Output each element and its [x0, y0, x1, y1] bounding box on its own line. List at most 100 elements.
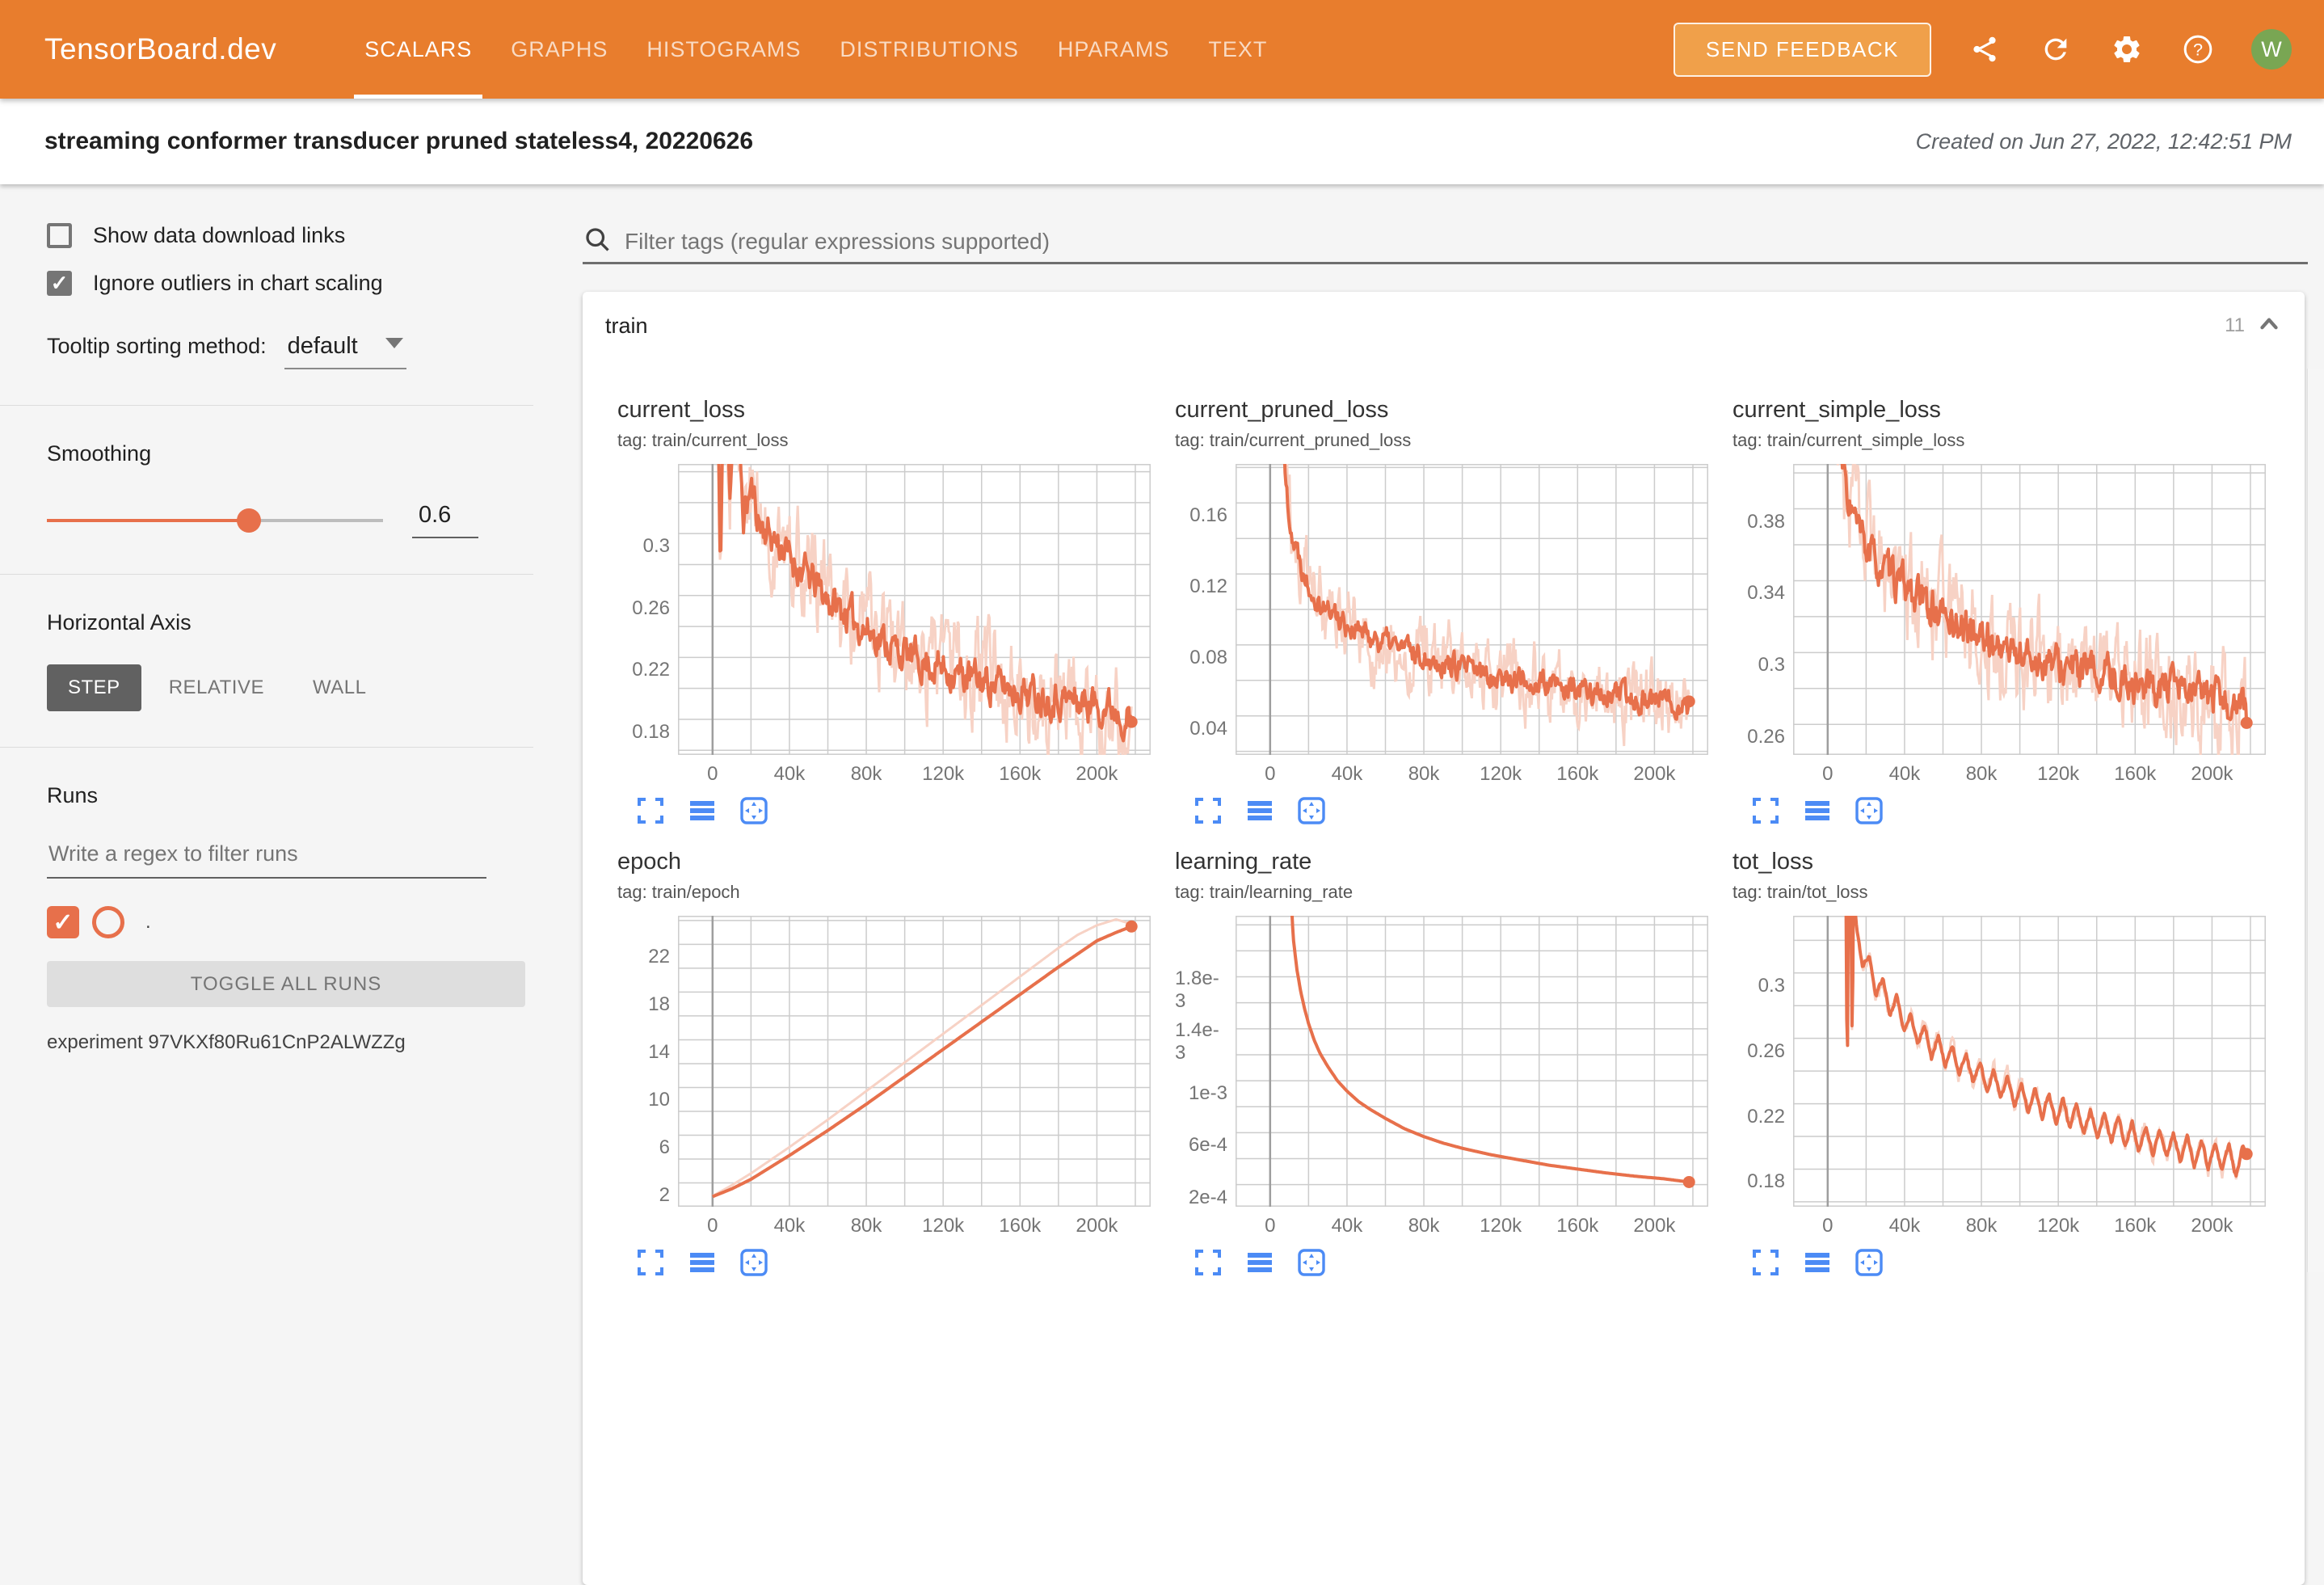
divider: [0, 405, 533, 406]
x-tick-label: 200k: [1633, 1215, 1675, 1237]
y-tick-label: 0.26: [1747, 726, 1785, 748]
send-feedback-button[interactable]: SEND FEEDBACK: [1674, 23, 1931, 77]
y-axis-labels: 0.380.340.30.26: [1732, 464, 1793, 755]
expand-icon[interactable]: [1194, 797, 1222, 824]
chart-plot[interactable]: [678, 464, 1151, 755]
tab-scalars[interactable]: SCALARS: [354, 0, 482, 99]
slider-thumb[interactable]: [237, 508, 261, 533]
y-tick-label: 1.8e-3: [1175, 967, 1227, 1013]
y-tick-label: 0.3: [1758, 975, 1785, 997]
smoothing-value[interactable]: 0.6: [412, 502, 478, 538]
tag-filter-row: [583, 225, 2308, 258]
chart-plot[interactable]: [1236, 464, 1708, 755]
help-icon[interactable]: ?: [2180, 32, 2216, 67]
tab-distributions[interactable]: DISTRIBUTIONS: [829, 0, 1029, 99]
x-tick-label: 40k: [1332, 1215, 1363, 1237]
chart-plot[interactable]: [678, 916, 1151, 1207]
tab-hparams[interactable]: HPARAMS: [1047, 0, 1181, 99]
y-tick-label: 0.22: [1747, 1106, 1785, 1128]
data-series-icon[interactable]: [1804, 797, 1831, 824]
x-axis-labels: 040k80k120k160k200k: [678, 755, 1151, 787]
chart-plot[interactable]: [1793, 464, 2266, 755]
y-tick-label: 10: [648, 1089, 670, 1111]
tab-text[interactable]: TEXT: [1198, 0, 1278, 99]
y-axis-labels: 0.160.120.080.04: [1175, 464, 1236, 755]
chevron-up-icon[interactable]: [2256, 311, 2282, 341]
expand-icon[interactable]: [637, 797, 664, 824]
x-tick-label: 80k: [1966, 763, 1998, 786]
horizontal-axis-buttons: STEPRELATIVEWALL: [47, 664, 533, 711]
y-tick-label: 0.3: [1758, 654, 1785, 677]
avatar[interactable]: W: [2251, 29, 2292, 70]
experiment-id: experiment 97VKXf80Ru61CnP2ALWZZg: [47, 1031, 533, 1054]
chart-card: tot_loss tag: train/tot_loss 0.30.260.22…: [1718, 849, 2276, 1276]
main-content: train 11 current_loss tag: train/current…: [533, 184, 2324, 1272]
chart-title: learning_rate: [1175, 849, 1718, 875]
train-group-header[interactable]: train 11: [583, 292, 2305, 360]
x-tick-label: 200k: [2191, 1215, 2233, 1237]
y-tick-label: 0.26: [632, 597, 670, 620]
run-checkbox[interactable]: ✓: [47, 906, 79, 938]
data-series-icon[interactable]: [1246, 797, 1274, 824]
share-icon[interactable]: [1967, 32, 2002, 67]
chart-card: current_loss tag: train/current_loss 0.3…: [603, 397, 1160, 824]
x-tick-label: 200k: [1076, 1215, 1118, 1237]
show-download-links-checkbox[interactable]: [47, 223, 72, 248]
y-tick-label: 0.12: [1189, 575, 1227, 598]
y-tick-label: 0.34: [1747, 582, 1785, 605]
fit-domain-icon[interactable]: [1855, 797, 1883, 824]
chart-title: current_pruned_loss: [1175, 397, 1718, 424]
toggle-all-runs-button[interactable]: TOGGLE ALL RUNS: [47, 961, 525, 1007]
axis-button-wall[interactable]: WALL: [292, 664, 387, 711]
ignore-outliers-checkbox[interactable]: ✓: [47, 271, 72, 296]
charts-grid: current_loss tag: train/current_loss 0.3…: [583, 360, 2305, 1300]
x-tick-label: 160k: [1556, 763, 1598, 786]
settings-icon[interactable]: [2109, 32, 2145, 67]
chevron-down-icon: [385, 338, 403, 348]
x-tick-label: 200k: [1633, 763, 1675, 786]
tooltip-sort-label: Tooltip sorting method:: [47, 334, 267, 359]
data-series-icon[interactable]: [688, 797, 716, 824]
search-icon: [583, 225, 612, 258]
tag-filter-input[interactable]: [623, 228, 2162, 255]
tab-histograms[interactable]: HISTOGRAMS: [636, 0, 811, 99]
smoothing-slider[interactable]: [47, 519, 383, 522]
x-tick-label: 120k: [2037, 1215, 2079, 1237]
chart-tag: tag: train/current_simple_loss: [1732, 430, 2276, 451]
refresh-icon[interactable]: [2038, 32, 2073, 67]
scrollbar[interactable]: [2307, 369, 2324, 1272]
ignore-outliers-row: ✓ Ignore outliers in chart scaling: [47, 271, 533, 296]
run-color-icon[interactable]: [92, 906, 124, 938]
app-logo: TensorBoard.dev: [44, 32, 276, 66]
y-tick-label: 14: [648, 1041, 670, 1064]
y-tick-label: 6e-4: [1189, 1134, 1227, 1157]
chart-title: current_simple_loss: [1732, 397, 2276, 424]
group-count: 11: [2225, 314, 2245, 337]
fit-domain-icon[interactable]: [1298, 797, 1325, 824]
chart-plot[interactable]: [1793, 916, 2266, 1207]
show-download-links-row: Show data download links: [47, 223, 533, 248]
run-row: ✓ .: [47, 906, 533, 938]
chart-plot[interactable]: [1236, 916, 1708, 1207]
y-tick-label: 0.22: [632, 659, 670, 681]
fit-domain-icon[interactable]: [740, 797, 768, 824]
y-tick-label: 6: [659, 1136, 670, 1159]
svg-text:?: ?: [2193, 40, 2203, 60]
x-tick-label: 40k: [1332, 763, 1363, 786]
x-tick-label: 80k: [851, 1215, 882, 1237]
experiment-title-bar: streaming conformer transducer pruned st…: [0, 99, 2324, 184]
x-tick-label: 0: [1822, 1215, 1833, 1237]
y-tick-label: 0.3: [643, 535, 670, 558]
x-tick-label: 80k: [1966, 1215, 1998, 1237]
tab-graphs[interactable]: GRAPHS: [500, 0, 618, 99]
runs-filter-input[interactable]: [47, 841, 490, 867]
x-tick-label: 0: [1265, 763, 1275, 786]
chart-title: current_loss: [617, 397, 1160, 424]
axis-button-step[interactable]: STEP: [47, 664, 141, 711]
y-tick-label: 0.16: [1189, 504, 1227, 527]
tooltip-sort-dropdown[interactable]: default: [284, 333, 406, 369]
x-tick-label: 0: [707, 1215, 718, 1237]
show-download-links-label: Show data download links: [93, 223, 345, 248]
axis-button-relative[interactable]: RELATIVE: [148, 664, 285, 711]
expand-icon[interactable]: [1752, 797, 1779, 824]
